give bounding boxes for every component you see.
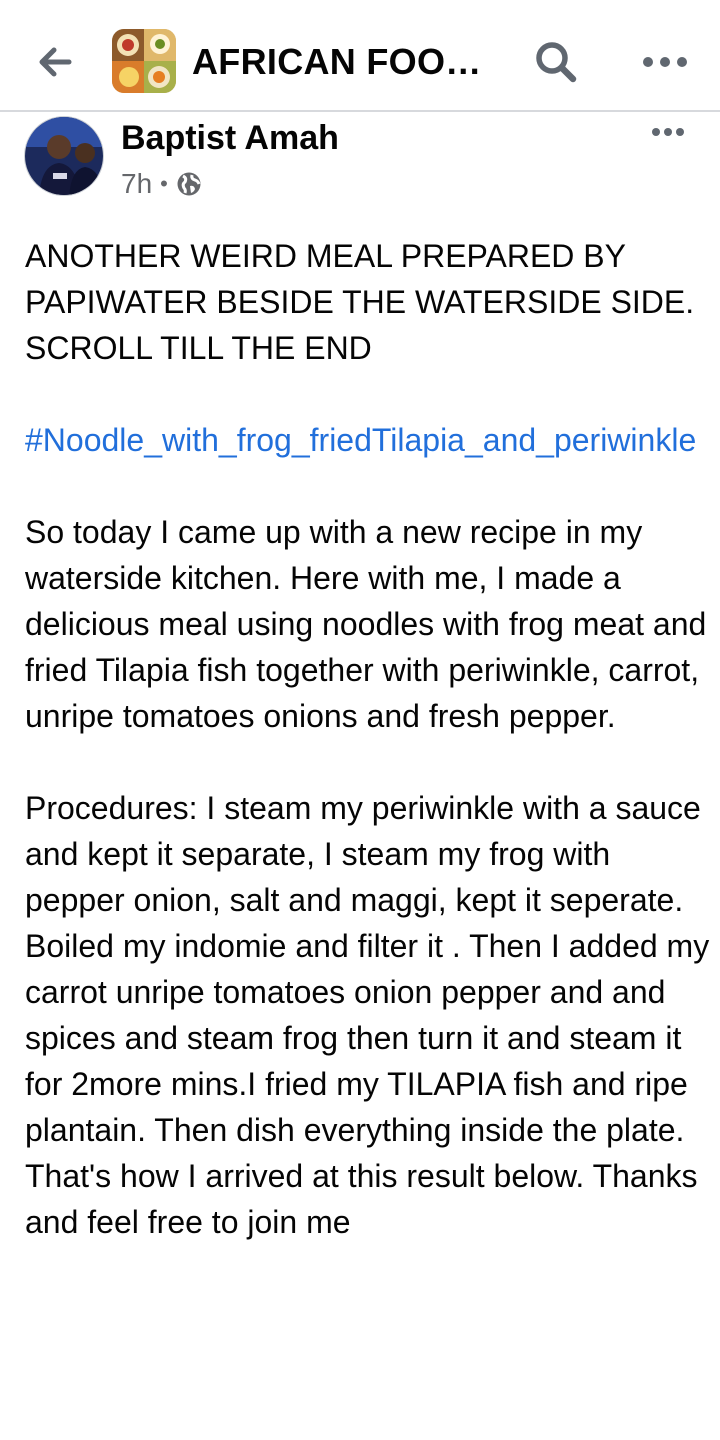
hashtag-link[interactable]: #Noodle_with_frog_friedTilapia_and_periw… (25, 417, 710, 463)
group-more-button[interactable] (640, 40, 690, 84)
author-avatar[interactable] (24, 116, 104, 196)
top-bar: AFRICAN FOOD… (0, 0, 720, 112)
more-horizontal-icon (643, 57, 687, 67)
post-paragraph-procedures: Procedures: I steam my periwinkle with a… (25, 790, 710, 1240)
back-button[interactable] (30, 38, 80, 86)
group-title[interactable]: AFRICAN FOOD… (192, 40, 502, 84)
food-collage-image (112, 29, 176, 93)
post-meta: 7h • (121, 168, 202, 200)
meta-separator: • (160, 171, 168, 196)
post-body: ANOTHER WEIRD MEAL PREPARED BY PAPIWATER… (25, 233, 710, 1245)
search-icon (536, 42, 577, 83)
search-button[interactable] (532, 38, 580, 86)
more-horizontal-icon (652, 128, 684, 136)
globe-icon (177, 172, 201, 196)
author-name[interactable]: Baptist Amah (121, 118, 339, 158)
post-paragraph-recipe: So today I came up with a new recipe in … (25, 514, 707, 734)
post-intro: ANOTHER WEIRD MEAL PREPARED BY PAPIWATER… (25, 238, 695, 366)
post-time[interactable]: 7h (121, 168, 152, 200)
arrow-left-icon (39, 47, 72, 77)
post-more-button[interactable] (646, 118, 690, 146)
profile-photo (25, 117, 103, 195)
group-thumbnail[interactable] (112, 29, 176, 93)
